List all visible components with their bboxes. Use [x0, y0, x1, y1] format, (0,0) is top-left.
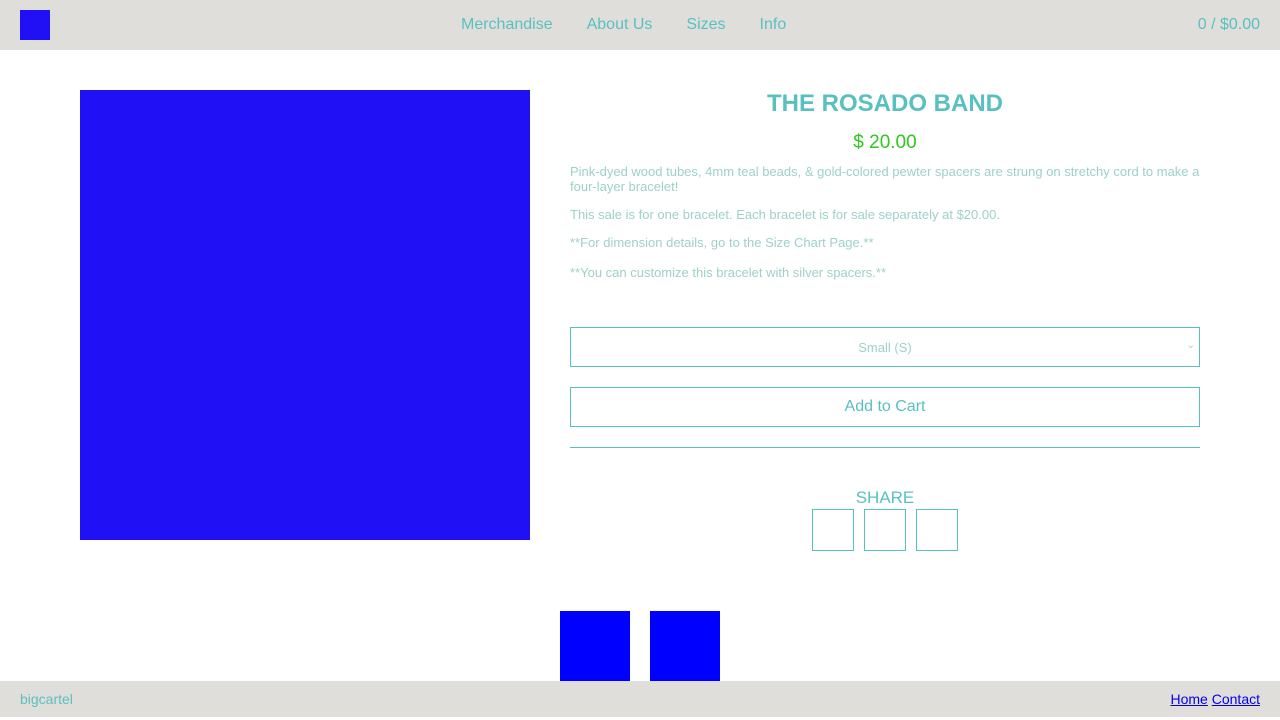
- nav-merchandise[interactable]: Merchandise: [444, 0, 570, 50]
- nav-info[interactable]: Info: [743, 0, 804, 50]
- divider: [570, 447, 1200, 448]
- product-description: Pink-dyed wood tubes, 4mm teal beads, & …: [570, 164, 1200, 280]
- store-logo-icon[interactable]: [20, 10, 50, 40]
- nav-sizes[interactable]: Sizes: [669, 0, 742, 50]
- add-to-cart-button[interactable]: Add to Cart: [570, 387, 1200, 427]
- nav-about-us[interactable]: About Us: [570, 0, 670, 50]
- share-facebook-icon[interactable]: [812, 509, 854, 551]
- footer-brand[interactable]: bigcartel: [20, 681, 73, 717]
- footer-link-contact[interactable]: Contact: [1212, 691, 1260, 707]
- top-nav-bar: Merchandise About Us Sizes Info 0 / $0.0…: [0, 0, 1280, 50]
- share-pinterest-icon[interactable]: [916, 509, 958, 551]
- share-twitter-icon[interactable]: [864, 509, 906, 551]
- footer-links: Home Contact: [1171, 681, 1261, 717]
- thumbnail-image[interactable]: [560, 611, 630, 681]
- description-paragraph: **For dimension details, go to the Size …: [570, 235, 874, 250]
- product-title: THE ROSADO BAND: [766, 90, 1003, 117]
- chevron-down-icon: ⌄: [1186, 340, 1195, 351]
- share-icons: [570, 509, 1200, 551]
- product-price: $ 20.00: [853, 132, 917, 153]
- size-select[interactable]: Small (S) ⌄: [570, 327, 1200, 367]
- main-nav: Merchandise About Us Sizes Info: [444, 0, 803, 50]
- product-thumbnails: [560, 611, 720, 681]
- description-paragraph: This sale is for one bracelet. Each brac…: [570, 207, 1000, 222]
- product-details: THE ROSADO BAND $ 20.00 Pink-dyed wood t…: [570, 90, 1200, 551]
- size-select-value: Small (S): [858, 339, 912, 355]
- footer: bigcartel Home Contact: [0, 681, 1280, 717]
- share-label: SHARE: [855, 488, 915, 507]
- share-section: SHARE: [570, 487, 1200, 551]
- description-paragraph: **You can customize this bracelet with s…: [570, 265, 886, 280]
- cart-summary-link[interactable]: 0 / $0.00: [1198, 0, 1260, 50]
- product-image: [80, 90, 530, 540]
- thumbnail-image[interactable]: [650, 611, 720, 681]
- footer-link-home[interactable]: Home: [1171, 691, 1208, 707]
- description-paragraph: Pink-dyed wood tubes, 4mm teal beads, & …: [570, 164, 1200, 194]
